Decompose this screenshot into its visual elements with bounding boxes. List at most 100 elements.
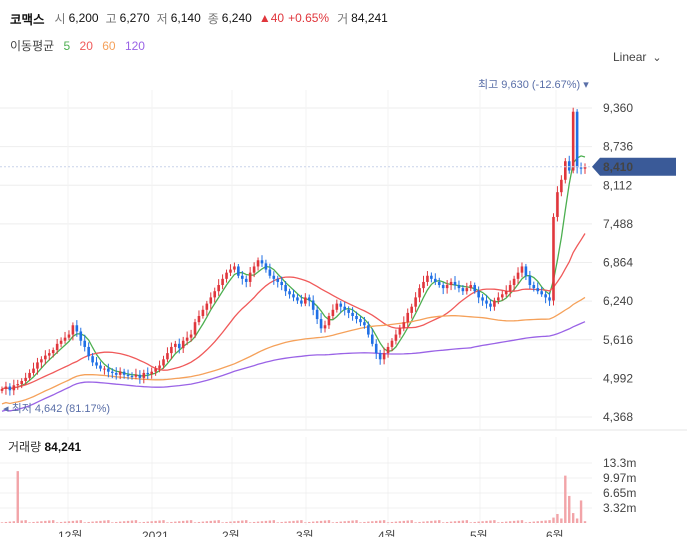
candle-body [347,309,350,313]
volume-bar [493,520,496,523]
volume-bar [441,522,445,523]
candle-body [67,334,71,338]
candle-body [512,278,516,286]
volume-bar [154,520,157,523]
candle-body [244,278,248,282]
candle-body [508,285,512,292]
volume-bar [63,521,67,523]
volume-bar [382,520,386,523]
chart-annotations: 거래량 84,241 최고 9,630 (-12.67%) ▾ ◂ 최저 4,642… [0,78,676,454]
candle-body [390,340,394,347]
volume-bar [363,521,366,523]
volume-bar [556,513,559,523]
candle-body [201,309,205,316]
volume-bar [434,520,437,523]
volume-bar [272,520,276,523]
volume-bar [339,521,342,523]
candle-body [20,380,23,385]
volume-bar [414,522,417,523]
candle-body [327,315,331,326]
current-price-label: 8,410 [603,160,633,174]
volume-bar [256,521,260,523]
volume-bar [122,521,126,523]
volume-bar [453,521,457,523]
candle-body [497,297,500,301]
candle-body [579,167,583,169]
volume-bar [398,521,402,523]
volume-bar [457,520,461,523]
volume-bar [12,521,16,523]
candle-body [449,281,453,286]
volume-bar [91,521,94,523]
candle-body [571,111,575,171]
volume-bar [516,520,520,523]
volume-bar [544,520,547,523]
candle-body [47,353,51,356]
candle-body [410,306,413,313]
high-annotation: 최고 9,630 (-12.67%) ▾ [478,78,589,91]
candle-body [489,303,492,307]
volume-bar [126,520,130,523]
candle-body [382,353,386,360]
volume-bar [449,521,453,523]
candle-body [548,297,551,301]
volume-bar [170,521,173,523]
volume-bar [489,520,492,523]
candle-body [564,161,567,180]
candle-body [426,275,429,282]
candle-body [319,319,323,329]
candle-body [528,275,532,286]
candle-body [398,328,402,335]
volume-bar [528,521,532,523]
candle-body [567,161,571,171]
time-tick-label: 4월 [378,529,396,537]
candle-body [367,325,370,335]
volume-bar [560,518,563,523]
volume-bar [182,520,185,523]
candle-body [83,340,87,347]
volume-bar [52,520,55,523]
volume-bar [552,517,555,523]
volume-bar [461,520,465,523]
candle-body [103,368,106,370]
volume-bar [532,521,535,523]
candle-body [256,260,260,267]
candle-body [540,291,543,295]
candle-body [114,372,118,375]
volume-bar [205,521,209,523]
volume-bar [327,520,331,523]
volume-bar [20,520,23,523]
candle-body [524,266,528,276]
candle-body [55,343,59,351]
volume-bar [67,521,71,523]
candle-body [520,266,524,273]
candle-body [370,334,374,344]
candle-body [248,272,252,282]
volume-bar [241,520,244,523]
candle-body [130,376,134,378]
volume-bar [422,521,425,523]
candle-body [40,359,43,363]
volume-bar [24,520,27,523]
volume-bar [252,521,256,523]
volume-bar [118,521,122,523]
volume-bar [497,522,500,523]
volume-bar [0,522,4,523]
candle-body [16,384,20,386]
candle-body [213,291,217,298]
candle-body [75,325,79,332]
volume-bar [359,522,362,523]
volume-bar [201,521,205,523]
candle-body [465,288,469,292]
candle-body [59,340,63,344]
volume-bar [4,521,8,523]
volume-bar [355,520,358,523]
price-chart[interactable]: 9,360 8,736 8,112 7,488 6,864 6,240 5,616 4,992… [0,0,687,537]
price-tick-label: 5,616 [603,333,633,347]
volume-bar [162,520,165,523]
candle-body [292,294,295,298]
candle-body [0,389,4,391]
time-tick-label: 12월 [58,529,82,537]
volume-bar [575,518,579,523]
volume-bar [134,520,138,523]
